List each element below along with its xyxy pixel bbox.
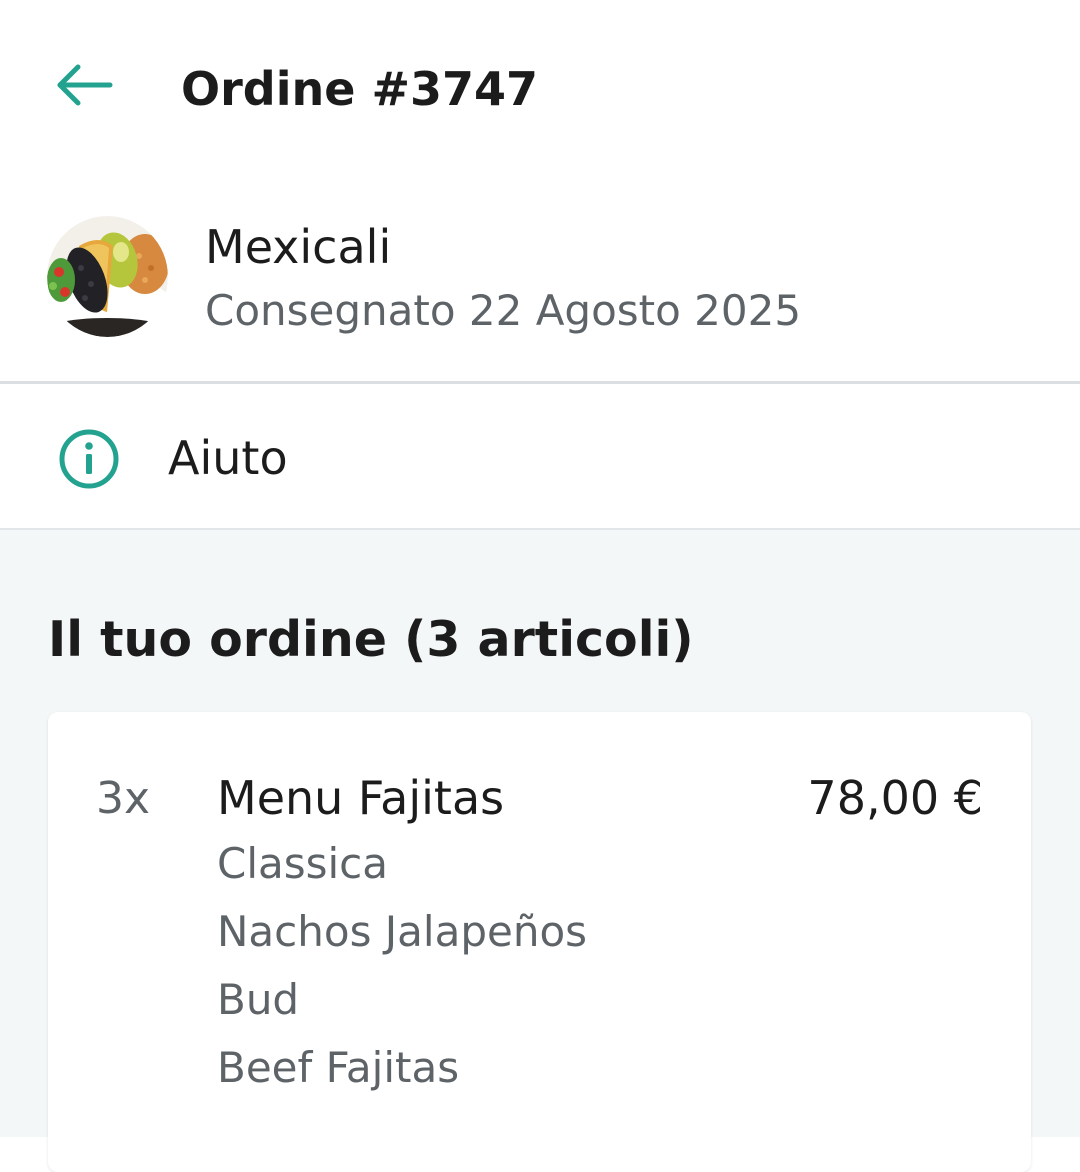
restaurant-avatar [47, 216, 168, 337]
order-section: Il tuo ordine (3 articoli) 3x Menu Fajit… [0, 530, 1080, 1172]
restaurant-name: Mexicali [205, 220, 392, 274]
item-price: 78,00 € [807, 771, 983, 825]
item-option: Classica [217, 839, 388, 888]
help-label: Aiuto [168, 431, 288, 485]
item-name: Menu Fajitas [217, 771, 505, 825]
order-item-card: 3x Menu Fajitas 78,00 € Classica Nachos … [48, 712, 1031, 1172]
info-circle-icon [59, 429, 119, 489]
top-app-bar: Ordine #3747 [0, 0, 1080, 175]
order-heading: Il tuo ordine (3 articoli) [48, 611, 694, 668]
arrow-left-icon [57, 64, 113, 106]
help-button[interactable]: Aiuto [0, 384, 1080, 528]
page-title: Ordine #3747 [181, 62, 539, 116]
restaurant-info: Mexicali Consegnato 22 Agosto 2025 [0, 195, 1080, 382]
item-options: Classica Nachos Jalapeños Bud Beef Fajit… [217, 830, 587, 1102]
delivery-status: Consegnato 22 Agosto 2025 [205, 286, 802, 335]
back-button[interactable] [48, 52, 120, 118]
item-option: Bud [217, 975, 300, 1024]
item-option: Beef Fajitas [217, 1043, 460, 1092]
item-option: Nachos Jalapeños [217, 907, 588, 956]
food-plate-image [47, 216, 168, 337]
item-quantity: 3x [96, 773, 151, 824]
